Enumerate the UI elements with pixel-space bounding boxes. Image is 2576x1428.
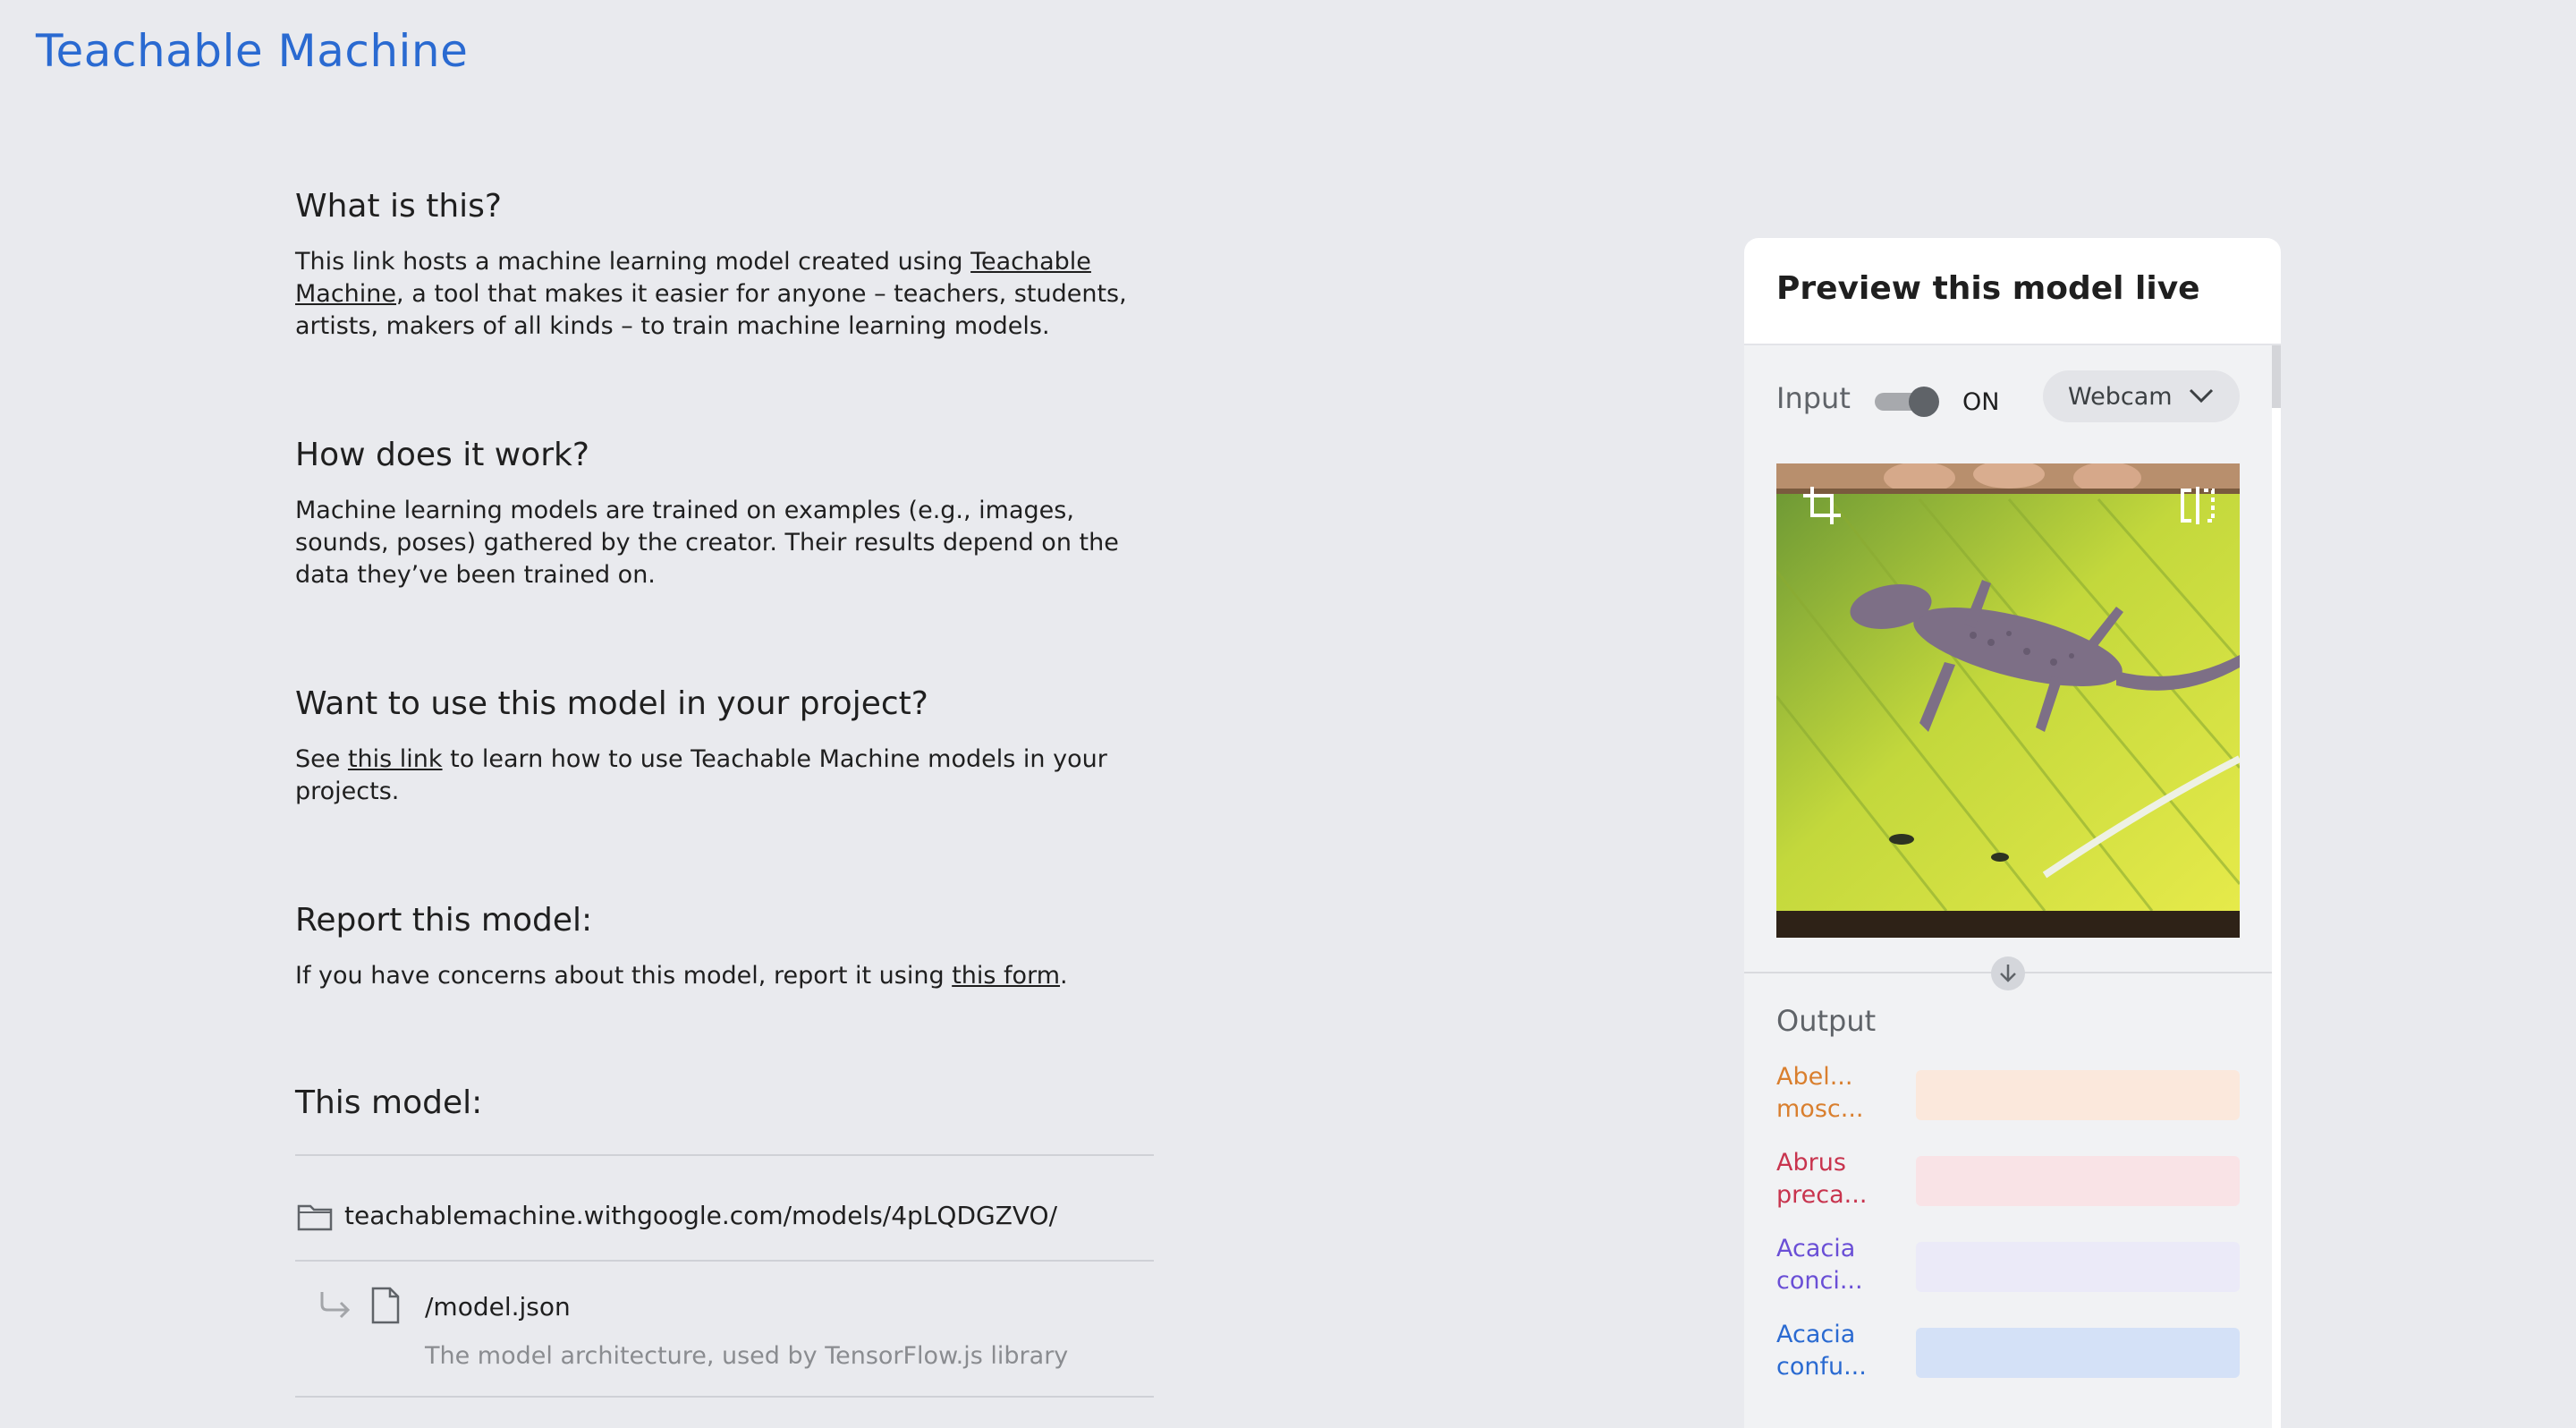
output-class-label: Acacia confu... (1776, 1321, 1867, 1381)
confidence-bar (1916, 1156, 2240, 1206)
section-use-model: Want to use this model in your project? … (295, 685, 1154, 808)
section-heading: How does it work? (295, 437, 589, 473)
input-label: Input (1776, 381, 1851, 415)
preview-panel: Preview this model live Input ON Webcam (1744, 238, 2281, 1428)
section-this-model: This model: (295, 1084, 1154, 1143)
file-name[interactable]: /model.json (425, 1292, 571, 1322)
model-folder-path[interactable]: teachablemachine.withgoogle.com/models/4… (344, 1201, 1057, 1230)
file-icon (371, 1287, 400, 1324)
text-fragment: This link hosts a machine learning model… (295, 248, 971, 276)
section-what-is-this: What is this? This link hosts a machine … (295, 188, 1154, 343)
section-heading: This model: (295, 1084, 483, 1121)
section-text: See this link to learn how to use Teacha… (295, 744, 1154, 808)
section-heading: What is this? (295, 188, 503, 225)
section-how-does-it-work: How does it work? Machine learning model… (295, 437, 1154, 591)
text-fragment: If you have concerns about this model, r… (295, 962, 953, 990)
toggle-knob (1909, 387, 1939, 417)
section-text: Machine learning models are trained on e… (295, 497, 1119, 589)
section-heading: Want to use this model in your project? (295, 685, 928, 722)
output-class-label: Acacia conci... (1776, 1235, 1863, 1295)
text-fragment: . (1060, 962, 1068, 990)
output-class-row: Abel... mosc... (1776, 1061, 2240, 1136)
input-toggle[interactable] (1875, 387, 1939, 417)
confidence-bar (1916, 1328, 2240, 1378)
arrow-down-button (1991, 956, 2025, 990)
confidence-bar (1916, 1070, 2240, 1120)
input-source-dropdown[interactable]: Webcam (2043, 370, 2240, 422)
folder-row[interactable]: teachablemachine.withgoogle.com/models/4… (295, 1154, 1154, 1260)
crop-icon[interactable] (1801, 485, 1843, 526)
file-row[interactable]: /model.json The model architecture, used… (295, 1260, 1154, 1398)
output-class-row: Abrus preca... (1776, 1147, 2240, 1222)
text-fragment: , a tool that makes it easier for anyone… (295, 280, 1127, 340)
webcam-image (1776, 463, 2240, 938)
model-file-list: teachablemachine.withgoogle.com/models/4… (295, 1154, 1154, 1398)
webcam-feed (1776, 463, 2240, 938)
output-class-label: Abel... mosc... (1776, 1063, 1864, 1123)
preview-title: Preview this model live (1776, 270, 2200, 307)
app-title[interactable]: Teachable Machine (36, 25, 468, 77)
report-form-link[interactable]: this form (952, 962, 1060, 990)
chevron-down-icon (2189, 388, 2214, 404)
confidence-bar (1916, 1242, 2240, 1292)
folder-icon (297, 1204, 333, 1231)
subdirectory-arrow-icon (320, 1292, 351, 1319)
flip-icon[interactable] (2179, 485, 2216, 526)
toggle-state: ON (1962, 388, 2000, 416)
arrow-down-icon (2000, 965, 2016, 982)
preview-header: Preview this model live (1744, 238, 2281, 345)
scrollbar[interactable] (2272, 345, 2281, 408)
section-heading: Report this model: (295, 902, 593, 939)
section-text: If you have concerns about this model, r… (295, 960, 1154, 992)
output-class-label: Abrus preca... (1776, 1149, 1868, 1209)
output-class-row: Acacia conci... (1776, 1233, 2240, 1308)
input-source-label: Webcam (2068, 383, 2173, 411)
section-report-model: Report this model: If you have concerns … (295, 902, 1154, 992)
this-link[interactable]: this link (348, 745, 443, 773)
output-label: Output (1776, 1004, 1877, 1038)
section-text: This link hosts a machine learning model… (295, 246, 1154, 343)
text-fragment: See (295, 745, 348, 773)
output-class-row: Acacia confu... (1776, 1319, 2240, 1394)
preview-body: Input ON Webcam Output Abel... mosc... A… (1744, 345, 2272, 1428)
file-description: The model architecture, used by TensorFl… (425, 1342, 1069, 1370)
